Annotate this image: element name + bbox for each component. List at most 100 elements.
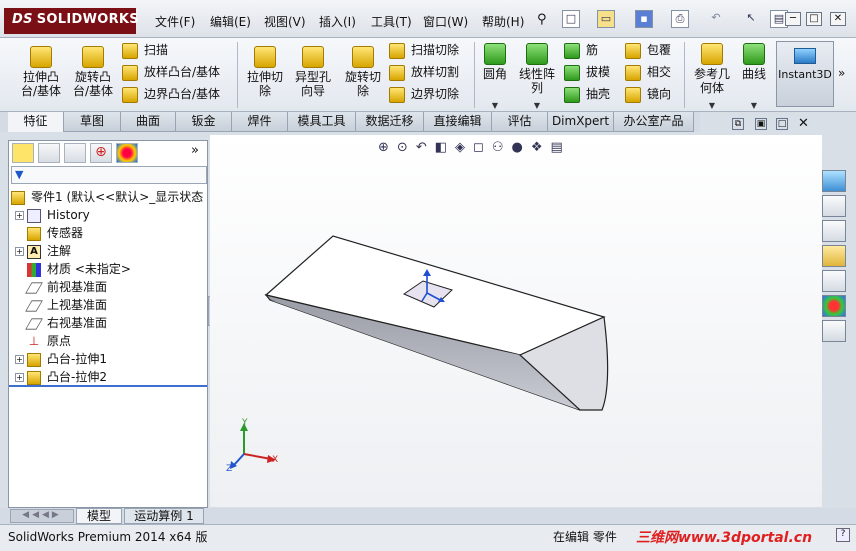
- rollback-bar[interactable]: [9, 385, 207, 387]
- configuration-manager-tab[interactable]: [64, 143, 86, 163]
- previous-view-icon[interactable]: ↶: [416, 140, 435, 155]
- expand-icon[interactable]: +: [15, 355, 24, 364]
- display-style-icon[interactable]: ◻: [473, 140, 492, 155]
- tree-item-material[interactable]: 材质 <未指定>: [15, 260, 203, 278]
- draft-button[interactable]: 拔模: [564, 62, 610, 84]
- revolve-cut-button[interactable]: 旋转切 除: [340, 46, 386, 98]
- fillet-dropdown-icon[interactable]: ▼: [479, 99, 511, 113]
- view-settings-icon[interactable]: ▤: [550, 140, 570, 155]
- dimxpert-manager-tab[interactable]: ⊕: [90, 143, 112, 163]
- close-button[interactable]: ✕: [830, 12, 846, 26]
- sweep-cut-button[interactable]: 扫描切除: [389, 40, 459, 62]
- menu-tools[interactable]: 工具(T): [371, 13, 412, 30]
- solidworks-resources-icon[interactable]: [822, 170, 846, 192]
- solidworks-logo[interactable]: DS SOLIDWORKS: [4, 8, 139, 34]
- appearances-icon[interactable]: [822, 295, 846, 317]
- menu-file[interactable]: 文件(F): [155, 13, 195, 30]
- tab-scroll-arrows[interactable]: ◀◀◀▶: [10, 509, 74, 523]
- tab-sketch[interactable]: 草图: [64, 112, 121, 132]
- expand-icon[interactable]: +: [15, 373, 24, 382]
- tab-dimxpert[interactable]: DimXpert: [548, 112, 614, 132]
- section-view-icon[interactable]: ◧: [435, 140, 455, 155]
- new-document-icon[interactable]: □: [562, 10, 580, 28]
- view-orientation-icon[interactable]: ◈: [455, 140, 473, 155]
- tab-model[interactable]: 模型: [76, 508, 122, 524]
- select-pointer-icon[interactable]: ↖: [742, 10, 760, 28]
- boundary-cut-button[interactable]: 边界切除: [389, 84, 459, 106]
- fillet-button[interactable]: 圆角 ▼: [479, 43, 511, 113]
- tree-item-right-plane[interactable]: 右视基准面: [15, 314, 203, 332]
- extrude-boss-button[interactable]: 拉伸凸 台/基体: [18, 46, 64, 98]
- custom-properties-icon[interactable]: [822, 320, 846, 342]
- revolve-boss-button[interactable]: 旋转凸 台/基体: [70, 46, 116, 98]
- sweep-button[interactable]: 扫描: [122, 40, 220, 62]
- boundary-boss-button[interactable]: 边界凸台/基体: [122, 84, 220, 106]
- expand-icon[interactable]: +: [15, 211, 24, 220]
- close-document-icon[interactable]: ✕: [798, 116, 809, 131]
- minimize-button[interactable]: ─: [785, 12, 801, 26]
- graphics-area[interactable]: ⊕⊙↶◧◈◻⚇●❖▤ Y X Z: [210, 135, 822, 507]
- zoom-area-icon[interactable]: ⊙: [397, 140, 416, 155]
- restore-view-icon[interactable]: ⧉: [732, 118, 744, 130]
- view-palette-icon[interactable]: [822, 270, 846, 292]
- edit-appearance-icon[interactable]: ●: [511, 140, 530, 155]
- tab-direct-editing[interactable]: 直接编辑: [424, 112, 492, 132]
- design-library-icon[interactable]: [822, 220, 846, 242]
- reference-geometry-dropdown-icon[interactable]: ▼: [689, 99, 735, 113]
- loft-cut-button[interactable]: 放样切割: [389, 62, 459, 84]
- tab-weldments[interactable]: 焊件: [232, 112, 288, 132]
- save-icon[interactable]: ▪: [635, 10, 653, 28]
- tree-item-boss-extrude1[interactable]: + 凸台-拉伸1: [15, 350, 203, 368]
- file-explorer-icon[interactable]: [822, 245, 846, 267]
- help-tooltip-icon[interactable]: ?: [836, 528, 850, 542]
- maximize-view-icon[interactable]: □: [776, 118, 788, 130]
- tree-item-front-plane[interactable]: 前视基准面: [15, 278, 203, 296]
- zoom-to-fit-icon[interactable]: ⊕: [378, 140, 397, 155]
- tab-evaluate[interactable]: 评估: [492, 112, 548, 132]
- print-icon[interactable]: ⎙: [671, 10, 689, 28]
- display-manager-tab[interactable]: [116, 143, 138, 163]
- expand-icon[interactable]: +: [15, 247, 24, 256]
- filter-box[interactable]: ▼: [11, 166, 207, 184]
- maximize-button[interactable]: □: [806, 12, 822, 26]
- menu-insert[interactable]: 插入(I): [319, 13, 356, 30]
- linear-pattern-dropdown-icon[interactable]: ▼: [514, 99, 560, 113]
- menu-help[interactable]: 帮助(H): [482, 13, 524, 30]
- hole-wizard-button[interactable]: 异型孔 向导: [290, 46, 336, 98]
- open-folder-icon[interactable]: ▭: [597, 10, 615, 28]
- ribbon-more-icon[interactable]: »: [838, 66, 845, 80]
- tree-item-history[interactable]: + History: [15, 206, 203, 224]
- loft-boss-button[interactable]: 放样凸台/基体: [122, 62, 220, 84]
- tile-view-icon[interactable]: ▣: [755, 118, 767, 130]
- tab-motion-study[interactable]: 运动算例 1: [124, 508, 204, 524]
- home-icon[interactable]: [822, 195, 846, 217]
- tree-item-sensors[interactable]: 传感器: [15, 224, 203, 242]
- tab-sheet-metal[interactable]: 钣金: [176, 112, 232, 132]
- feature-manager-tab[interactable]: [12, 143, 34, 163]
- tree-item-top-plane[interactable]: 上视基准面: [15, 296, 203, 314]
- model-viewport[interactable]: [210, 135, 822, 507]
- extrude-cut-button[interactable]: 拉伸切 除: [242, 46, 288, 98]
- tree-item-boss-extrude2[interactable]: + 凸台-拉伸2: [15, 368, 203, 386]
- curves-dropdown-icon[interactable]: ▼: [738, 99, 770, 113]
- tab-surfaces[interactable]: 曲面: [121, 112, 176, 132]
- instant3d-button[interactable]: Instant3D: [776, 41, 834, 107]
- mirror-button[interactable]: 镜向: [625, 84, 671, 106]
- tree-root[interactable]: 零件1 (默认<<默认>_显示状态: [11, 188, 203, 206]
- curves-button[interactable]: 曲线 ▼: [738, 43, 770, 113]
- tab-office-products[interactable]: 办公室产品: [614, 112, 694, 132]
- menu-view[interactable]: 视图(V): [264, 13, 306, 30]
- pin-icon[interactable]: ⚲: [537, 12, 547, 27]
- tab-data-migration[interactable]: 数据迁移: [356, 112, 424, 132]
- shell-button[interactable]: 抽壳: [564, 84, 610, 106]
- reference-geometry-button[interactable]: 参考几 何体 ▼: [689, 43, 735, 113]
- linear-pattern-button[interactable]: 线性阵 列 ▼: [514, 43, 560, 113]
- property-manager-tab[interactable]: [38, 143, 60, 163]
- menu-window[interactable]: 窗口(W): [423, 13, 468, 30]
- tree-item-origin[interactable]: ⊥ 原点: [15, 332, 203, 350]
- tab-features[interactable]: 特征: [8, 112, 64, 132]
- tab-mold-tools[interactable]: 模具工具: [288, 112, 356, 132]
- undo-icon[interactable]: ↶: [707, 10, 725, 28]
- menu-edit[interactable]: 编辑(E): [210, 13, 251, 30]
- intersect-button[interactable]: 相交: [625, 62, 671, 84]
